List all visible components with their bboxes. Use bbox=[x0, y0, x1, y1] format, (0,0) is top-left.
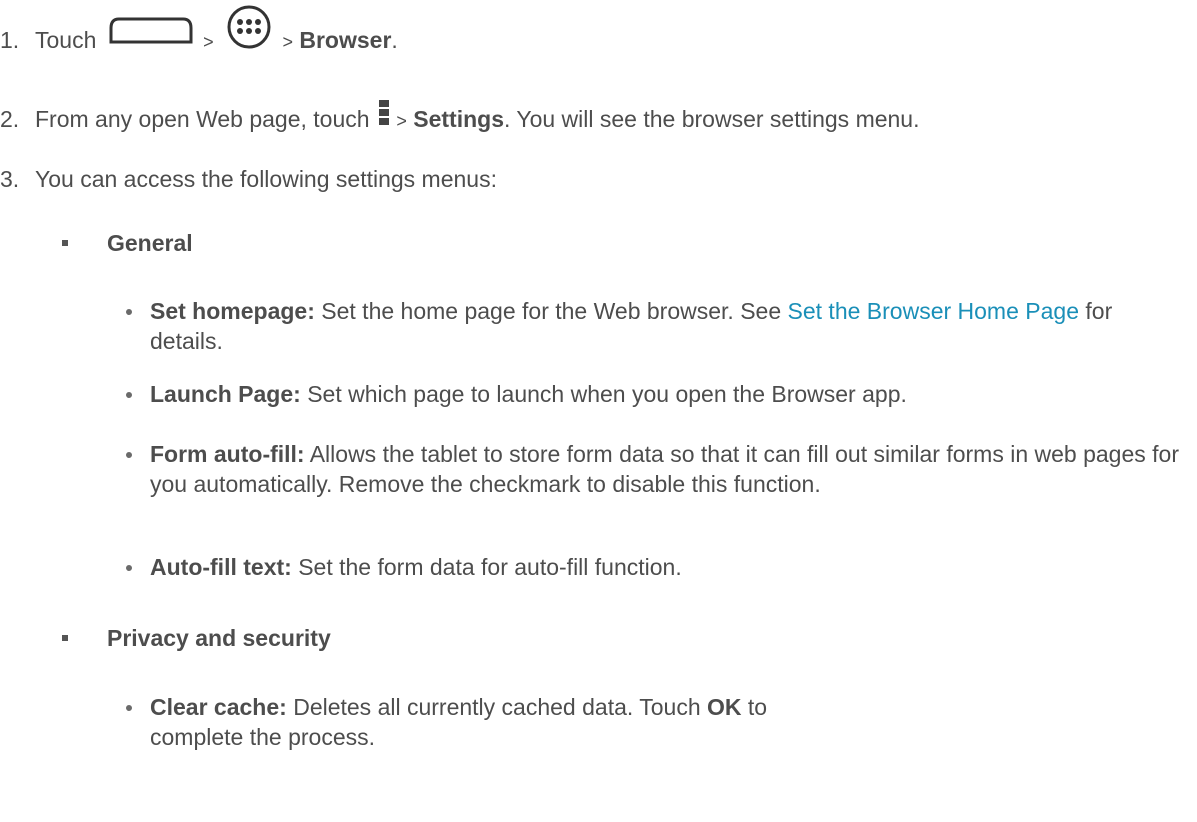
square-bullet bbox=[62, 635, 68, 641]
item-text: Auto-fill text: Set the form data for au… bbox=[150, 552, 682, 582]
round-bullet bbox=[126, 309, 132, 315]
item-text: Form auto-fill: Allows the tablet to sto… bbox=[150, 439, 1190, 499]
item-text: Launch Page: Set which page to launch wh… bbox=[150, 379, 907, 409]
item-desc: Set the form data for auto-fill function… bbox=[291, 554, 682, 580]
item-term: Clear cache: bbox=[150, 694, 287, 720]
item-term: Set homepage: bbox=[150, 298, 315, 324]
section-title: Privacy and security bbox=[107, 625, 331, 651]
item-term: Form auto-fill: bbox=[150, 441, 305, 467]
round-bullet bbox=[126, 705, 132, 711]
item-desc: Set the home page for the Web browser. S… bbox=[314, 298, 788, 324]
step-number: 2. bbox=[0, 106, 20, 132]
settings-label: Settings bbox=[413, 106, 504, 132]
item-term: Auto-fill text: bbox=[150, 554, 292, 580]
item-desc: Set which page to launch when you open t… bbox=[300, 381, 907, 407]
separator: > bbox=[203, 32, 214, 52]
set-browser-home-page-link[interactable]: Set the Browser Home Page bbox=[788, 298, 1079, 324]
separator: > bbox=[282, 32, 293, 52]
step-text: . You will see the browser settings menu… bbox=[503, 106, 920, 132]
punctuation: . bbox=[391, 27, 398, 53]
step-text: Touch bbox=[35, 27, 97, 53]
section-title: General bbox=[107, 230, 193, 256]
step-2-text: From any open Web page, touch > Settings… bbox=[35, 100, 920, 136]
round-bullet bbox=[126, 452, 132, 458]
round-bullet bbox=[126, 392, 132, 398]
round-bullet bbox=[126, 565, 132, 571]
step-text: From any open Web page, touch bbox=[35, 106, 370, 132]
step-number: 1. bbox=[0, 27, 20, 53]
home-icon bbox=[109, 16, 193, 51]
item-text: Set homepage: Set the home page for the … bbox=[150, 296, 1190, 356]
item-desc: Deletes all currently cached data. Touch bbox=[286, 694, 708, 720]
step-text: You can access the following settings me… bbox=[35, 166, 497, 192]
ok-label: OK bbox=[707, 694, 742, 720]
separator: > bbox=[396, 111, 407, 131]
apps-icon bbox=[226, 4, 272, 57]
step-1-text: Touch > > Browser. bbox=[35, 5, 398, 57]
step-number: 3. bbox=[0, 166, 20, 192]
menu-icon bbox=[378, 100, 390, 133]
browser-label: Browser bbox=[299, 27, 392, 53]
square-bullet bbox=[62, 240, 68, 246]
item-text: Clear cache: Deletes all currently cache… bbox=[150, 692, 830, 752]
item-term: Launch Page: bbox=[150, 381, 301, 407]
item-desc: Allows the tablet to store form data so … bbox=[150, 441, 1179, 497]
